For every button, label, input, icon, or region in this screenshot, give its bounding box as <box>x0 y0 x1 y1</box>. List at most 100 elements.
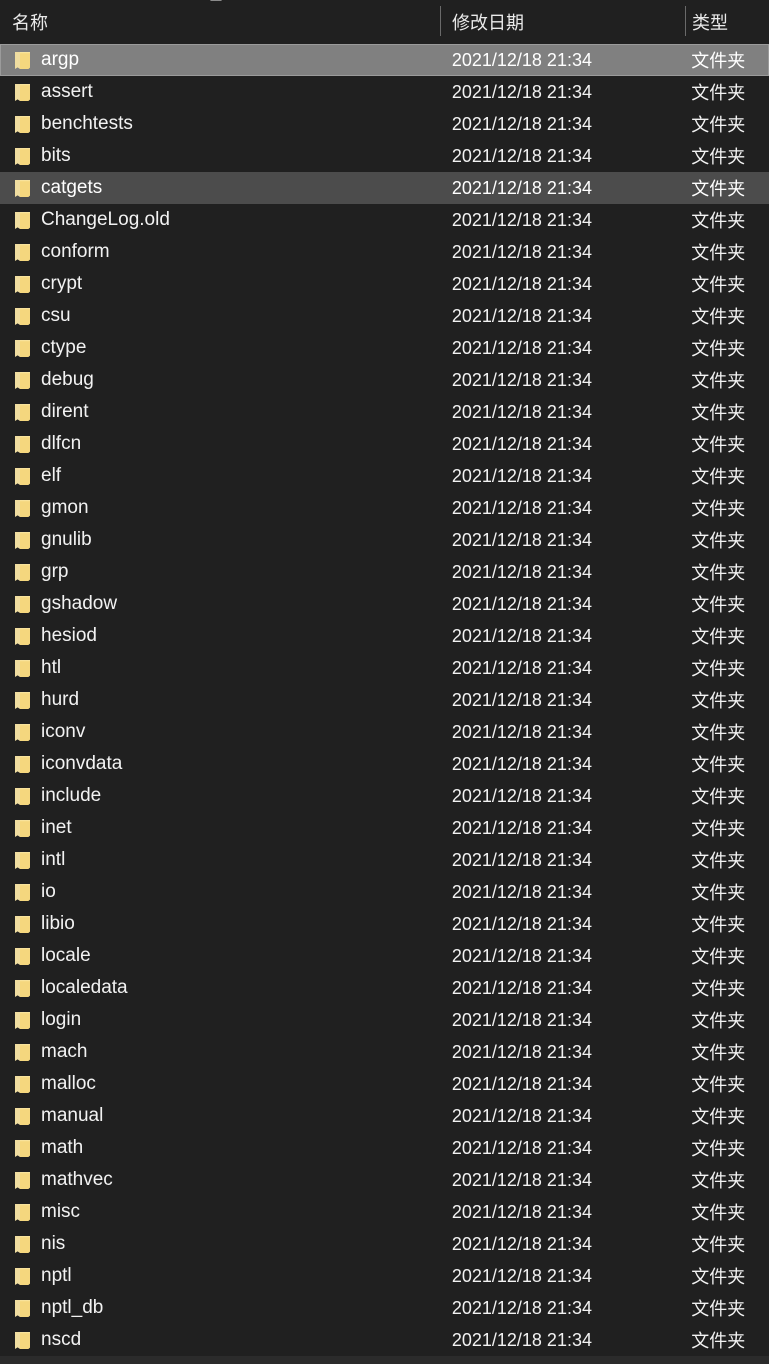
file-row-name-label: localedata <box>41 977 128 998</box>
file-row[interactable]: dlfcn 2021/12/18 21:34 文件夹 <box>0 428 769 460</box>
folder-icon <box>14 179 31 198</box>
file-row-name-label: math <box>41 1137 84 1158</box>
file-row[interactable]: htl 2021/12/18 21:34 文件夹 <box>0 652 769 684</box>
file-row-name-label: dirent <box>41 401 89 422</box>
file-row[interactable]: hurd 2021/12/18 21:34 文件夹 <box>0 684 769 716</box>
file-row-type-cell: 文件夹 <box>691 403 746 423</box>
file-row[interactable]: misc 2021/12/18 21:34 文件夹 <box>0 1196 769 1228</box>
column-divider-name-date[interactable] <box>440 6 441 36</box>
folder-icon <box>14 595 31 614</box>
file-row[interactable]: mathvec 2021/12/18 21:34 文件夹 <box>0 1164 769 1196</box>
file-row[interactable]: conform 2021/12/18 21:34 文件夹 <box>0 236 769 268</box>
file-row-date-cell: 2021/12/18 21:34 <box>451 849 592 870</box>
file-row-name-label: htl <box>41 657 62 678</box>
file-row-name-label: mach <box>41 1041 88 1062</box>
file-row-name-cell: gshadow <box>1 588 440 620</box>
file-row[interactable]: manual 2021/12/18 21:34 文件夹 <box>0 1100 769 1132</box>
folder-icon <box>14 371 31 390</box>
file-row[interactable]: catgets 2021/12/18 21:34 文件夹 <box>0 172 769 204</box>
file-row-type-cell: 文件夹 <box>691 1331 746 1351</box>
column-header-date-modified[interactable]: 修改日期 <box>440 0 685 44</box>
file-row[interactable]: crypt 2021/12/18 21:34 文件夹 <box>0 268 769 300</box>
file-row[interactable]: iconv 2021/12/18 21:34 文件夹 <box>0 716 769 748</box>
file-row-name-cell: htl <box>1 652 440 684</box>
column-header-date-modified-label: 修改日期 <box>452 13 524 33</box>
file-row-type-cell: 文件夹 <box>691 627 746 647</box>
file-row-name-cell: benchtests <box>1 108 440 140</box>
folder-icon <box>14 307 31 326</box>
file-row-name-label: nscd <box>41 1329 82 1350</box>
file-row[interactable]: math 2021/12/18 21:34 文件夹 <box>0 1132 769 1164</box>
file-row-type-cell: 文件夹 <box>691 563 746 583</box>
file-row[interactable]: debug 2021/12/18 21:34 文件夹 <box>0 364 769 396</box>
file-row-name-label: mathvec <box>41 1169 113 1190</box>
folder-icon <box>14 115 31 134</box>
file-row[interactable]: csu 2021/12/18 21:34 文件夹 <box>0 300 769 332</box>
file-row[interactable]: dirent 2021/12/18 21:34 文件夹 <box>0 396 769 428</box>
file-row-name-label: locale <box>41 945 91 966</box>
file-row[interactable]: gnulib 2021/12/18 21:34 文件夹 <box>0 524 769 556</box>
file-row[interactable]: login 2021/12/18 21:34 文件夹 <box>0 1004 769 1036</box>
file-row-name-label: catgets <box>41 177 103 198</box>
file-row-name-cell: elf <box>1 460 440 492</box>
file-row-date-cell: 2021/12/18 21:34 <box>451 1041 592 1062</box>
file-row[interactable]: localedata 2021/12/18 21:34 文件夹 <box>0 972 769 1004</box>
file-row[interactable]: mach 2021/12/18 21:34 文件夹 <box>0 1036 769 1068</box>
file-row-date-cell: 2021/12/18 21:34 <box>451 273 592 294</box>
file-row[interactable]: benchtests 2021/12/18 21:34 文件夹 <box>0 108 769 140</box>
column-header-name[interactable]: 名称 <box>0 0 440 44</box>
folder-icon <box>14 1235 31 1254</box>
folder-icon <box>14 243 31 262</box>
file-row[interactable]: io 2021/12/18 21:34 文件夹 <box>0 876 769 908</box>
file-row[interactable]: iconvdata 2021/12/18 21:34 文件夹 <box>0 748 769 780</box>
column-header-row: 名称 修改日期 类型 <box>0 0 769 44</box>
file-row-date-cell: 2021/12/18 21:34 <box>451 433 592 454</box>
column-header-type[interactable]: 类型 <box>685 0 769 44</box>
file-row-date-cell: 2021/12/18 21:34 <box>451 1009 592 1030</box>
file-row[interactable]: libio 2021/12/18 21:34 文件夹 <box>0 908 769 940</box>
file-row-type-cell: 文件夹 <box>691 723 746 743</box>
file-row[interactable]: locale 2021/12/18 21:34 文件夹 <box>0 940 769 972</box>
file-row[interactable]: nis 2021/12/18 21:34 文件夹 <box>0 1228 769 1260</box>
file-row[interactable]: include 2021/12/18 21:34 文件夹 <box>0 780 769 812</box>
file-row-name-cell: hurd <box>1 684 440 716</box>
file-row[interactable]: gmon 2021/12/18 21:34 文件夹 <box>0 492 769 524</box>
folder-icon <box>14 1139 31 1158</box>
folder-icon <box>14 947 31 966</box>
file-row-name-cell: bits <box>1 140 440 172</box>
file-row-type-cell: 文件夹 <box>691 659 746 679</box>
file-row-name-cell: nptl <box>1 1260 440 1292</box>
file-row[interactable]: grp 2021/12/18 21:34 文件夹 <box>0 556 769 588</box>
file-row-type-cell: 文件夹 <box>691 115 746 135</box>
file-row-type-cell: 文件夹 <box>691 883 746 903</box>
file-row[interactable]: argp 2021/12/18 21:34 文件夹 <box>0 44 769 76</box>
column-divider-date-type[interactable] <box>685 6 686 36</box>
file-row[interactable]: intl 2021/12/18 21:34 文件夹 <box>0 844 769 876</box>
file-row[interactable]: malloc 2021/12/18 21:34 文件夹 <box>0 1068 769 1100</box>
file-row-date-cell: 2021/12/18 21:34 <box>451 721 592 742</box>
file-row[interactable]: nptl 2021/12/18 21:34 文件夹 <box>0 1260 769 1292</box>
file-row[interactable]: inet 2021/12/18 21:34 文件夹 <box>0 812 769 844</box>
file-row[interactable]: ChangeLog.old 2021/12/18 21:34 文件夹 <box>0 204 769 236</box>
file-row-type-cell: 文件夹 <box>691 51 746 71</box>
file-row-date-cell: 2021/12/18 21:34 <box>451 529 592 550</box>
file-row[interactable]: assert 2021/12/18 21:34 文件夹 <box>0 76 769 108</box>
file-row[interactable]: gshadow 2021/12/18 21:34 文件夹 <box>0 588 769 620</box>
horizontal-scrollbar[interactable] <box>0 1356 769 1364</box>
file-row-name-label: csu <box>41 305 71 326</box>
file-row[interactable]: nscd 2021/12/18 21:34 文件夹 <box>0 1324 769 1356</box>
folder-icon <box>14 979 31 998</box>
folder-icon <box>14 1331 31 1350</box>
folder-icon <box>14 339 31 358</box>
file-row[interactable]: bits 2021/12/18 21:34 文件夹 <box>0 140 769 172</box>
file-row[interactable]: elf 2021/12/18 21:34 文件夹 <box>0 460 769 492</box>
file-row[interactable]: nptl_db 2021/12/18 21:34 文件夹 <box>0 1292 769 1324</box>
file-row[interactable]: hesiod 2021/12/18 21:34 文件夹 <box>0 620 769 652</box>
sort-ascending-icon <box>210 0 222 1</box>
file-row[interactable]: ctype 2021/12/18 21:34 文件夹 <box>0 332 769 364</box>
folder-icon <box>14 499 31 518</box>
file-row-type-cell: 文件夹 <box>691 1299 746 1319</box>
file-row-name-cell: dlfcn <box>1 428 440 460</box>
file-row-name-cell: dirent <box>1 396 440 428</box>
folder-icon <box>14 883 31 902</box>
